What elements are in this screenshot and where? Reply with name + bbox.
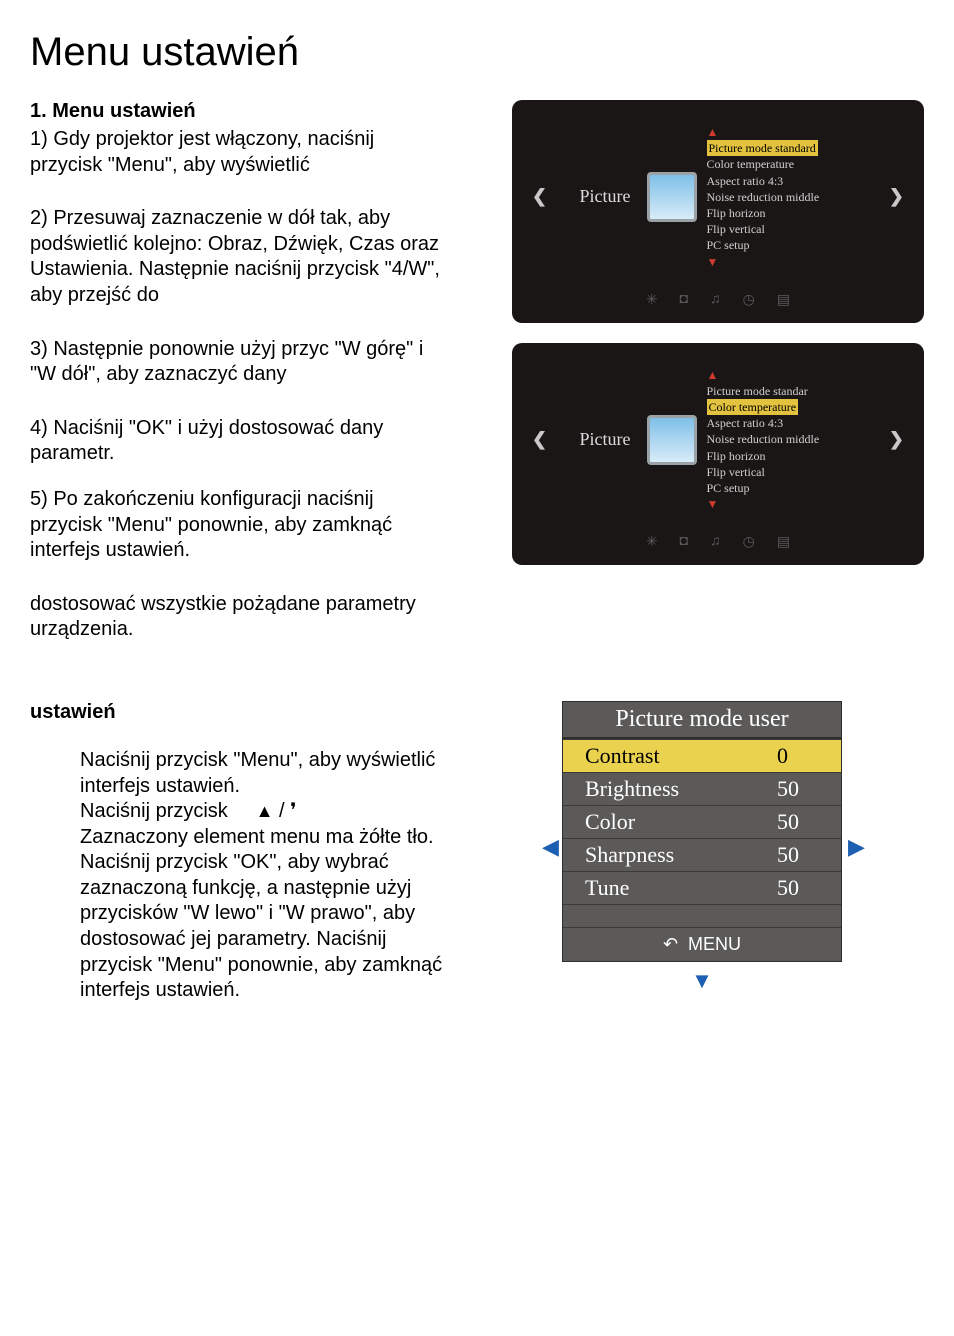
osd1-up-arrow-icon: ▲ [707, 124, 857, 140]
lower-left-col: ustawień Naciśnij przycisk "Menu", aby w… [30, 701, 460, 1004]
gear-icon: ✳ [646, 292, 658, 309]
pm-label-contrast: Contrast [563, 743, 777, 769]
pm-row-contrast: Contrast 0 [563, 739, 841, 772]
osd1-item-list: ▲ Picture mode standard Color temperatur… [707, 124, 857, 270]
clock-icon: ◷ [743, 292, 755, 309]
pm-table: Contrast 0 Brightness 50 Color 50 Shar [562, 738, 842, 962]
pm-value-contrast: 0 [777, 743, 841, 769]
section-1-heading: 1. Menu ustawień [30, 100, 460, 123]
instr-line-4: Naciśnij przycisk "OK", aby wybrać zazna… [80, 850, 460, 1004]
osd2-thumbnail-icon [647, 415, 697, 465]
pm-outer: Picture mode user Contrast 0 Brightness … [562, 701, 842, 994]
instr-line-1: Naciśnij przycisk "Menu", aby wyświetlić… [80, 748, 460, 799]
osd1-item-0: Picture mode standard [707, 140, 818, 156]
instructions-column: 1. Menu ustawień 1) Gdy projektor jest w… [30, 100, 460, 671]
pm-title: Picture mode user [562, 701, 842, 738]
section-2-heading: ustawień [30, 701, 460, 724]
osd2-item-list: ▲ Picture mode standar Color temperature… [707, 367, 857, 513]
osd2-center: Picture ▲ Picture mode standar Color tem… [580, 367, 857, 513]
osd1-item-6: PC setup [707, 237, 857, 253]
step-2: 2) Przesuwaj zaznaczenie w dół tak, aby … [30, 206, 450, 308]
page-title: Menu ustawień [30, 30, 924, 75]
step-6: dostosować wszystkie pożądane parametry … [30, 592, 450, 643]
osd2-body: ❮ Picture ▲ Picture mode standar Color t… [528, 367, 908, 513]
return-icon [663, 934, 682, 955]
pm-row-tune: Tune 50 [563, 871, 841, 904]
osd2-right-arrow-icon: ❯ [885, 429, 908, 450]
osd2-item-4: Flip horizon [707, 448, 857, 464]
note-icon: ♫ [710, 534, 721, 551]
osd2-left-arrow-icon: ❮ [528, 429, 551, 450]
pm-row-sharpness: Sharpness 50 [563, 838, 841, 871]
osd1-item-1: Color temperature [707, 156, 857, 172]
page-root: Menu ustawień 1. Menu ustawień 1) Gdy pr… [0, 0, 954, 1044]
pm-right-arrow-icon: ▶ [848, 834, 862, 860]
osd1-footer-icons: ✳ ◘ ♫ ◷ ▤ [528, 292, 908, 309]
lower-right-col: ◀ Picture mode user Contrast 0 Brightnes… [480, 701, 924, 994]
slash-glyph: / [273, 800, 290, 822]
lower-instructions: Naciśnij przycisk "Menu", aby wyświetlić… [30, 748, 460, 1004]
osd-screenshots-column: ❮ Picture ▲ Picture mode standard Color … [480, 100, 924, 565]
osd1-body: ❮ Picture ▲ Picture mode standard Color … [528, 124, 908, 270]
pm-left-arrow-icon: ◀ [542, 834, 556, 860]
osd2-item-1: Color temperature [707, 399, 799, 415]
step-3: 3) Następnie ponownie użyj przyc "W górę… [30, 337, 450, 388]
pm-value-brightness: 50 [777, 776, 841, 802]
pm-menu-label: MENU [688, 934, 741, 955]
osd1-section-label: Picture [580, 186, 631, 207]
step-1: 1) Gdy projektor jest włączony, naciśnij… [30, 127, 450, 178]
speaker-icon: ◘ [680, 292, 688, 309]
tick-glyph-icon: ❜ [290, 800, 296, 822]
triangle-up-icon: ▲ [256, 800, 274, 823]
pm-label-sharpness: Sharpness [563, 842, 777, 868]
osd2-item-2: Aspect ratio 4:3 [707, 415, 857, 431]
osd-card-2: ❮ Picture ▲ Picture mode standar Color t… [512, 343, 924, 566]
instr-line-2-text: Naciśnij przycisk [80, 800, 228, 822]
osd1-left-arrow-icon: ❮ [528, 186, 551, 207]
pm-row-brightness: Brightness 50 [563, 772, 841, 805]
pm-row-color: Color 50 [563, 805, 841, 838]
osd-card-1: ❮ Picture ▲ Picture mode standard Color … [512, 100, 924, 323]
osd2-item-3: Noise reduction middle [707, 431, 857, 447]
grid-icon: ▤ [777, 534, 790, 551]
instr-line-2: Naciśnij przycisk ▲ / ❜ [80, 799, 460, 825]
osd1-item-2: Aspect ratio 4:3 [707, 173, 857, 189]
upper-columns: 1. Menu ustawień 1) Gdy projektor jest w… [30, 100, 924, 671]
pm-value-sharpness: 50 [777, 842, 841, 868]
osd1-item-4: Flip horizon [707, 205, 857, 221]
osd2-item-5: Flip vertical [707, 464, 857, 480]
osd1-right-arrow-icon: ❯ [885, 186, 908, 207]
osd2-item-6: PC setup [707, 480, 857, 496]
pm-menu-bar: MENU [563, 927, 841, 961]
pm-value-color: 50 [777, 809, 841, 835]
pm-label-tune: Tune [563, 875, 777, 901]
gear-icon: ✳ [646, 534, 658, 551]
pm-value-tune: 50 [777, 875, 841, 901]
osd2-item-0: Picture mode standar [707, 383, 857, 399]
osd2-down-arrow-icon: ▼ [707, 496, 857, 512]
grid-icon: ▤ [777, 292, 790, 309]
note-icon: ♫ [710, 292, 721, 309]
speaker-icon: ◘ [680, 534, 688, 551]
lower-columns: ustawień Naciśnij przycisk "Menu", aby w… [30, 701, 924, 1004]
pm-spacer [563, 904, 841, 927]
clock-icon: ◷ [743, 534, 755, 551]
osd1-item-5: Flip vertical [707, 221, 857, 237]
osd1-down-arrow-icon: ▼ [707, 254, 857, 270]
osd2-footer-icons: ✳ ◘ ♫ ◷ ▤ [528, 534, 908, 551]
pm-down-arrow-icon: ▼ [562, 968, 842, 994]
picture-mode-panel: ◀ Picture mode user Contrast 0 Brightnes… [542, 701, 862, 994]
osd1-thumbnail-icon [647, 172, 697, 222]
osd2-up-arrow-icon: ▲ [707, 367, 857, 383]
osd1-item-3: Noise reduction middle [707, 189, 857, 205]
instr-line-3: Zaznaczony element menu ma żółte tło. [80, 825, 460, 851]
osd2-section-label: Picture [580, 429, 631, 450]
osd1-center: Picture ▲ Picture mode standard Color te… [580, 124, 857, 270]
step-4: 4) Naciśnij "OK" i użyj dostosować dany … [30, 416, 450, 467]
pm-label-color: Color [563, 809, 777, 835]
pm-label-brightness: Brightness [563, 776, 777, 802]
step-5: 5) Po zakończeniu konfiguracji naciśnij … [30, 487, 450, 564]
